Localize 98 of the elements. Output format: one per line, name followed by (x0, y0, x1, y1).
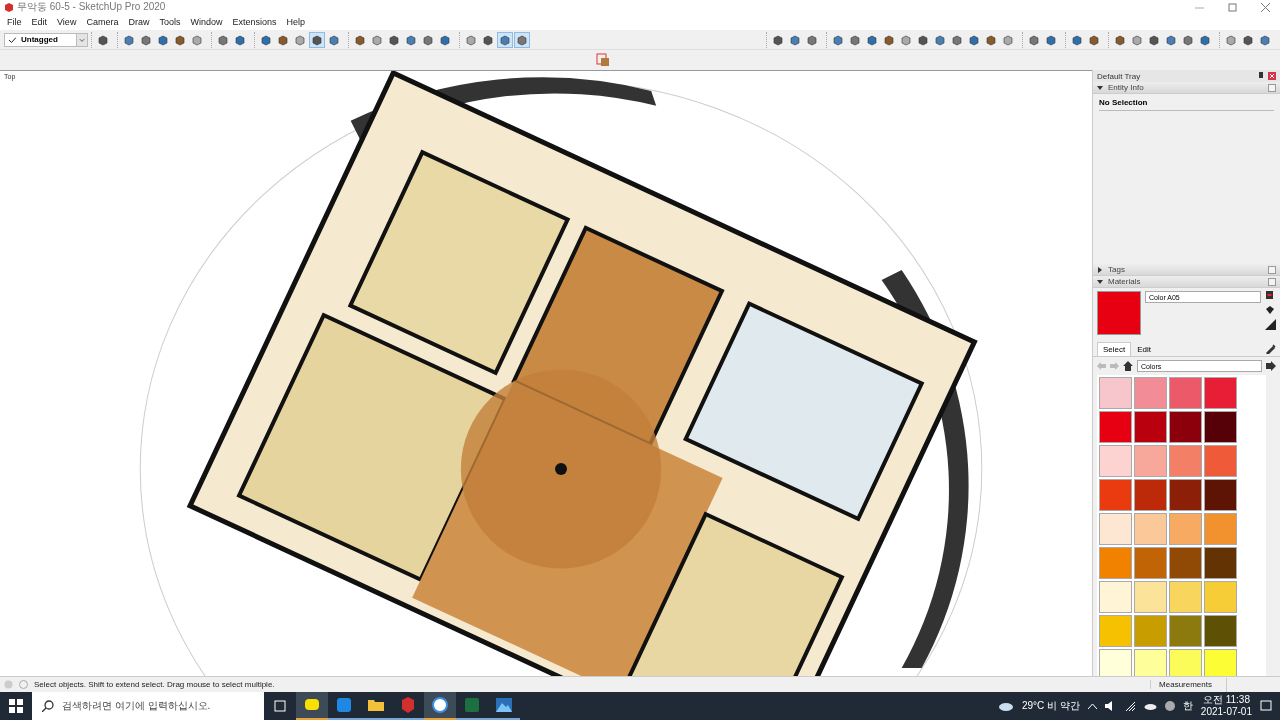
expanded-arrow-icon[interactable] (1097, 84, 1103, 91)
network-icon[interactable] (1124, 701, 1136, 711)
color-swatch[interactable] (1134, 411, 1167, 443)
color-swatch[interactable] (1099, 377, 1132, 409)
color-swatch[interactable] (1169, 649, 1202, 676)
toolbar-button[interactable] (309, 31, 326, 48)
cube-app-icon (399, 696, 417, 714)
menu-item[interactable]: Extensions (227, 17, 282, 27)
taskbar-app-button[interactable] (424, 692, 456, 720)
component-icon[interactable] (596, 53, 610, 67)
menu-item[interactable]: Camera (81, 17, 124, 27)
camera-app-icon (431, 696, 449, 714)
panel-title: Entity Info (1108, 83, 1144, 92)
color-swatch[interactable] (1169, 377, 1202, 409)
weather-text[interactable]: 29°C 비 약간 (1021, 699, 1080, 713)
color-swatch[interactable] (1134, 649, 1167, 676)
color-swatch[interactable] (1169, 411, 1202, 443)
color-swatch[interactable] (1134, 445, 1167, 477)
color-swatch[interactable] (1169, 513, 1202, 545)
eyedropper-icon[interactable] (1266, 344, 1276, 354)
toolbar-button[interactable] (497, 31, 514, 48)
menu-item[interactable]: File (2, 17, 27, 27)
tag-dropdown[interactable]: Untagged (4, 32, 89, 47)
app-logo-icon (4, 2, 13, 12)
color-swatch[interactable] (1134, 581, 1167, 613)
color-swatch[interactable] (1099, 411, 1132, 443)
close-icon[interactable] (1268, 83, 1276, 92)
menu-item[interactable]: Window (185, 17, 228, 27)
chevron-up-icon[interactable] (1087, 703, 1097, 709)
measurements-label: Measurements (1150, 680, 1220, 689)
color-swatch[interactable] (1134, 479, 1167, 511)
panel-header[interactable]: Entity Info (1093, 82, 1280, 94)
color-swatch[interactable] (1169, 547, 1202, 579)
spreadsheet-app-icon (463, 696, 481, 714)
color-swatch[interactable] (1099, 445, 1132, 477)
color-swatch[interactable] (1204, 615, 1237, 647)
display-icon[interactable] (1265, 291, 1274, 301)
color-swatch[interactable] (1099, 479, 1132, 511)
menu-item[interactable]: Help (281, 17, 310, 27)
tab[interactable]: Select (1097, 342, 1132, 356)
color-swatch[interactable] (1204, 479, 1237, 511)
cloud-icon (997, 700, 1014, 712)
notification-icon[interactable] (1260, 700, 1272, 712)
color-swatch[interactable] (1169, 445, 1202, 477)
color-swatch[interactable] (1134, 377, 1167, 409)
color-swatch[interactable] (1169, 581, 1202, 613)
color-swatch[interactable] (1204, 547, 1237, 579)
windows-start-icon[interactable] (9, 699, 23, 713)
menu-item[interactable]: Tools (154, 17, 186, 27)
pin-icon[interactable] (1258, 72, 1264, 79)
color-swatch[interactable] (1134, 547, 1167, 579)
maximize-icon[interactable] (1228, 2, 1237, 12)
menu-item[interactable]: Draw (123, 17, 155, 27)
check-icon (9, 36, 16, 43)
close-icon[interactable] (1261, 2, 1270, 12)
cloud-icon[interactable] (1143, 702, 1157, 710)
tray-title: Default Tray (1097, 71, 1141, 81)
toolbar-button[interactable] (514, 31, 531, 48)
search-icon (42, 700, 54, 712)
color-swatch[interactable] (1099, 615, 1132, 647)
material-swatch (1097, 291, 1141, 335)
status-message: Select objects. Shift to extend select. Drag mouse to select multiple. (34, 680, 275, 689)
home-icon[interactable] (1123, 361, 1133, 371)
window-title: 무악동 60-5 - SketchUp Pro 2020 (17, 0, 166, 14)
color-swatch[interactable] (1204, 513, 1237, 545)
color-swatch[interactable] (1204, 649, 1237, 676)
color-swatch[interactable] (1169, 615, 1202, 647)
input-method-indicator[interactable]: 한 (1182, 699, 1193, 713)
panel-header[interactable]: Materials (1093, 276, 1280, 288)
selection-status: No Selection (1099, 98, 1274, 111)
color-swatch[interactable] (1204, 377, 1237, 409)
color-swatch[interactable] (1204, 445, 1237, 477)
color-swatch[interactable] (1134, 513, 1167, 545)
collapsed-arrow-icon[interactable] (1097, 266, 1103, 273)
color-swatch[interactable] (1169, 479, 1202, 511)
triangle-icon[interactable] (1265, 319, 1276, 330)
menu-item[interactable]: Edit (26, 17, 53, 27)
color-swatch[interactable] (1204, 581, 1237, 613)
task-view-icon[interactable] (273, 699, 287, 713)
color-swatch[interactable] (1134, 615, 1167, 647)
panel-title: Materials (1108, 277, 1141, 286)
clock-time[interactable]: 오전 11:38 (1202, 694, 1250, 706)
color-swatch[interactable] (1099, 649, 1132, 676)
color-swatch[interactable] (1204, 411, 1237, 443)
details-arrow-icon[interactable] (1266, 361, 1276, 371)
clock-date[interactable]: 2021-07-01 (1200, 706, 1252, 718)
taskbar-search-field[interactable]: 검색하려면 여기에 입력하십시오. (32, 692, 264, 720)
photos-icon (495, 696, 513, 714)
color-swatch[interactable] (1099, 581, 1132, 613)
tab[interactable]: Edit (1131, 342, 1158, 356)
color-swatch[interactable] (1099, 513, 1132, 545)
menu-item[interactable]: View (52, 17, 82, 27)
color-swatch[interactable] (1099, 547, 1132, 579)
expanded-arrow-icon[interactable] (1097, 278, 1103, 285)
panel-title: Tags (1108, 265, 1125, 274)
taskbar-app-button[interactable] (296, 692, 328, 720)
app-icon (335, 696, 353, 714)
panel-header[interactable]: Tags (1093, 264, 1280, 276)
